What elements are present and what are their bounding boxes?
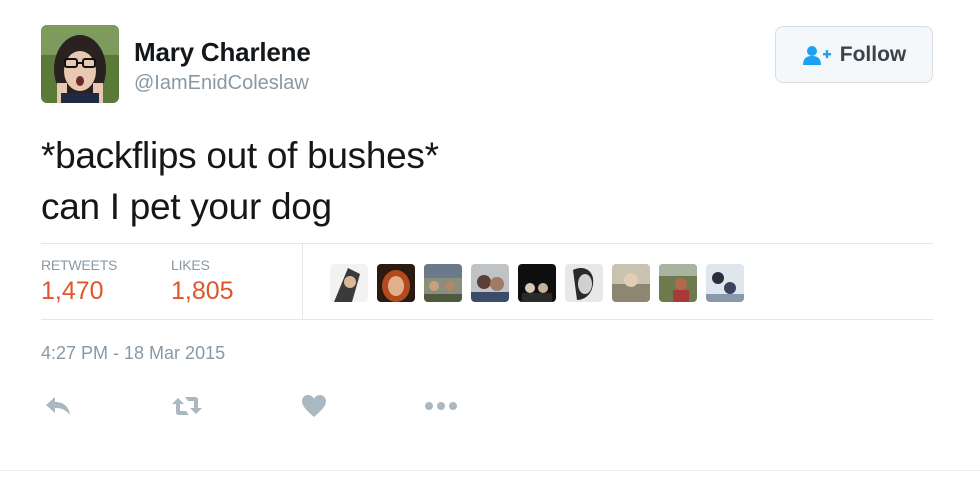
reply-icon (46, 397, 70, 415)
liker-avatar-1[interactable] (330, 264, 368, 302)
liker-avatar-7[interactable] (612, 264, 650, 302)
like-button[interactable] (297, 391, 331, 421)
liker-avatar-3-image (424, 264, 462, 302)
liker-avatar-5-image (518, 264, 556, 302)
tweet-text: *backflips out of bushes* can I pet your… (41, 130, 439, 232)
avatar[interactable] (41, 25, 119, 103)
liker-avatar-1-image (330, 264, 368, 302)
liker-avatar-9[interactable] (706, 264, 744, 302)
liker-avatar-9-image (706, 264, 744, 302)
liker-avatar-2-image (377, 264, 415, 302)
liker-avatar-8-image (659, 264, 697, 302)
likes-count: 1,805 (171, 277, 234, 305)
tweet-text-line-1: *backflips out of bushes* (41, 135, 439, 176)
liker-avatar-6-image (565, 264, 603, 302)
liker-avatar-4[interactable] (471, 264, 509, 302)
stats-divider-top (41, 243, 933, 244)
avatar-image (41, 25, 119, 103)
heart-icon (302, 395, 326, 417)
liker-avatar-4-image (471, 264, 509, 302)
bottom-divider (0, 470, 980, 471)
tweet-text-line-2: can I pet your dog (41, 186, 332, 227)
stats-divider-bottom (41, 319, 933, 320)
retweet-button[interactable] (170, 391, 204, 421)
stats-divider-vertical (302, 244, 303, 319)
user-handle[interactable]: @IamEnidColeslaw (134, 72, 309, 95)
likes-label: LIKES (171, 257, 210, 273)
follow-button[interactable]: Follow (775, 26, 933, 83)
liker-avatar-8[interactable] (659, 264, 697, 302)
liker-avatar-2[interactable] (377, 264, 415, 302)
display-name[interactable]: Mary Charlene (134, 37, 311, 68)
liker-avatar-3[interactable] (424, 264, 462, 302)
follow-label: Follow (839, 42, 907, 66)
retweets-stat[interactable]: RETWEETS 1,470 (41, 257, 117, 306)
likers-list (330, 264, 744, 302)
tweet-card: Mary Charlene @IamEnidColeslaw Follow *b… (0, 0, 980, 477)
retweets-label: RETWEETS (41, 257, 118, 273)
reply-button[interactable] (41, 391, 75, 421)
retweet-icon (172, 397, 202, 415)
more-icon (425, 402, 457, 410)
more-button[interactable] (424, 391, 458, 421)
retweets-count: 1,470 (41, 277, 104, 305)
liker-avatar-7-image (612, 264, 650, 302)
liker-avatar-5[interactable] (518, 264, 556, 302)
likes-stat[interactable]: LIKES 1,805 (171, 257, 234, 306)
liker-avatar-6[interactable] (565, 264, 603, 302)
add-person-icon (802, 45, 831, 65)
tweet-timestamp[interactable]: 4:27 PM - 18 Mar 2015 (41, 343, 225, 364)
